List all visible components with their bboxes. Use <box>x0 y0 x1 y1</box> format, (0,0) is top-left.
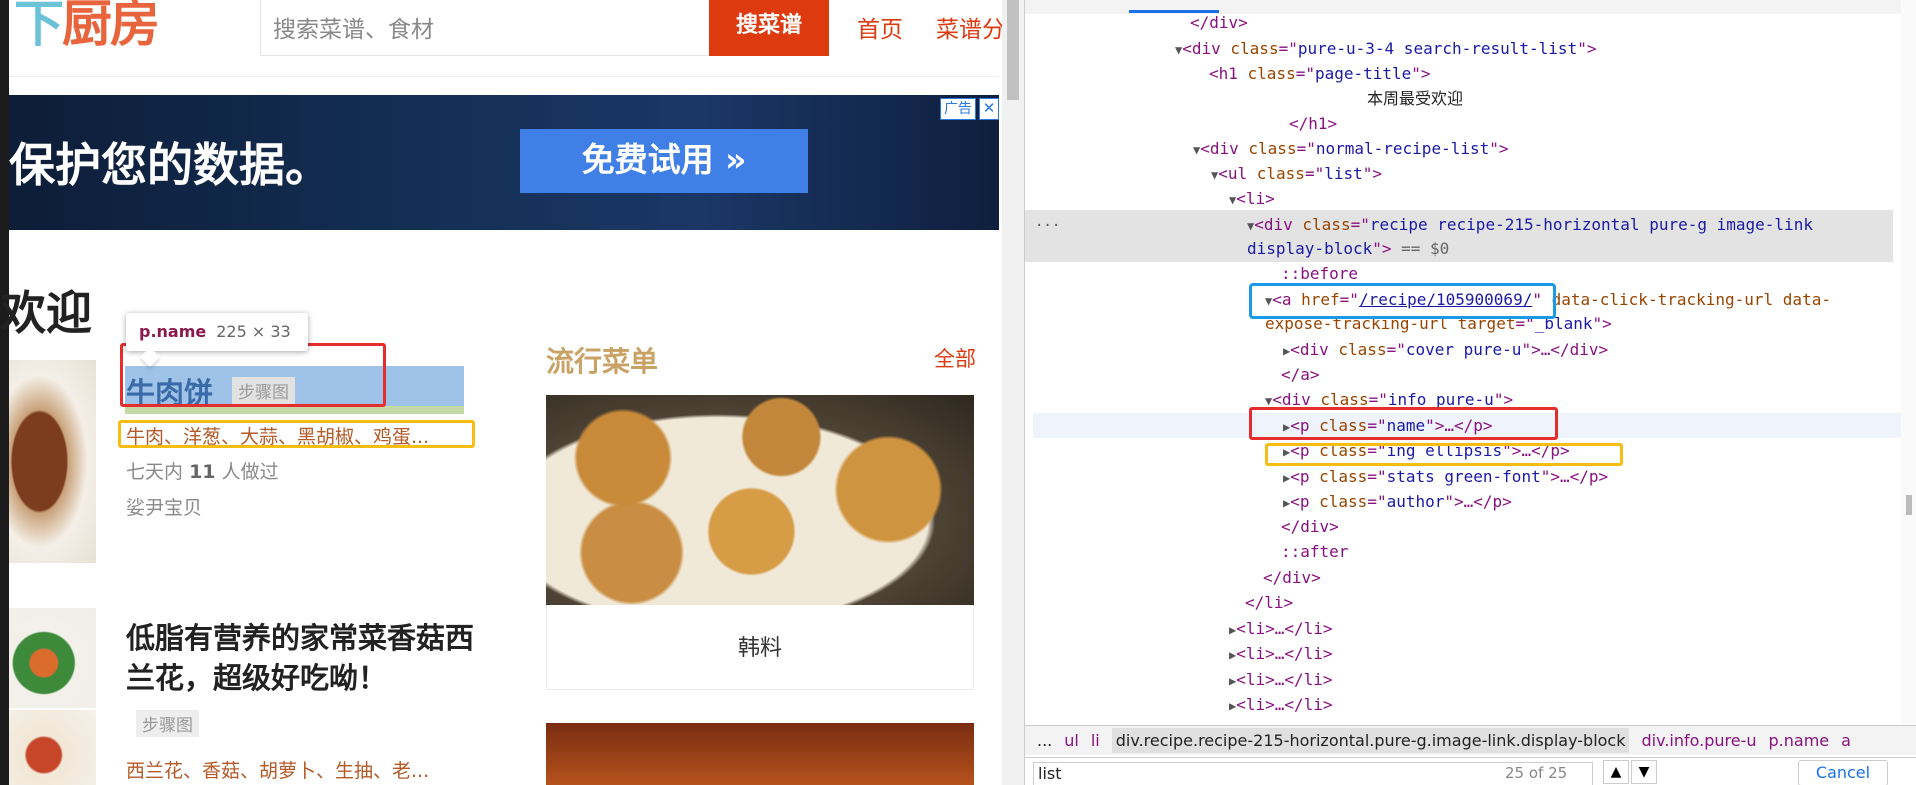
dom-line[interactable]: ▶<p class="author">…</p> <box>1283 489 1512 514</box>
dom-line[interactable]: ▼<li> <box>1229 186 1275 211</box>
dom-line[interactable]: ▶<li>…</li> <box>1229 692 1333 717</box>
breadcrumb-item[interactable]: p.name <box>1769 731 1830 750</box>
inspect-tooltip: p.name 225 × 33 <box>126 313 308 351</box>
recipe-name[interactable]: 低脂有营养的家常菜香菇西兰花，超级好吃呦！ <box>126 618 491 698</box>
breadcrumb-item[interactable]: a <box>1841 731 1851 750</box>
find-bar: list 25 of 25 ▲ ▼ Cancel <box>1025 757 1916 785</box>
find-next-icon[interactable]: ▼ <box>1631 760 1657 784</box>
webpage-viewport: 下厨房 搜索菜谱、食材 搜菜谱 首页 菜谱分 保护您的数据。 免费试用 » 广告… <box>0 0 1002 785</box>
breadcrumb-item[interactable]: ... <box>1037 731 1052 750</box>
ad-label: 广告 <box>940 98 976 120</box>
node-options-icon[interactable]: ... <box>1035 214 1060 230</box>
recipe-thumbnail[interactable] <box>9 608 96 708</box>
dom-line[interactable]: <h1 class="page-title"> <box>1209 61 1431 86</box>
page-scrollbar[interactable] <box>1002 0 1024 785</box>
dom-line[interactable]: ▼<div class="normal-recipe-list"> <box>1193 136 1509 161</box>
annotation-blue-box <box>1249 283 1556 319</box>
nav-recipe-category[interactable]: 菜谱分 <box>936 10 1002 44</box>
dom-line[interactable]: </a> <box>1281 362 1320 387</box>
find-count: 25 of 25 <box>1505 764 1568 782</box>
ad-text: 保护您的数据。 <box>9 138 331 192</box>
dom-line[interactable]: ▶<p class="stats green-font">…</p> <box>1283 464 1608 489</box>
breadcrumb-item[interactable]: ul <box>1064 731 1079 750</box>
annotation-yellow-box <box>1265 443 1623 466</box>
dom-line[interactable]: </div> <box>1263 565 1321 590</box>
dom-line[interactable]: ▶<li>…</li> <box>1229 667 1333 692</box>
site-logo[interactable]: 下厨房 <box>14 0 160 54</box>
page-title: 欢迎 <box>0 286 92 340</box>
dom-line[interactable]: 本周最受欢迎 <box>1367 86 1463 111</box>
search-button[interactable]: 搜菜谱 <box>709 0 829 56</box>
devtools-panel: ... </div> ▼<div class="pure-u-3-4 searc… <box>1024 0 1916 785</box>
breadcrumb: ... ul li div.recipe.recipe-215-horizontal.… <box>1025 725 1916 755</box>
dom-line[interactable]: display-block"> == $0 <box>1247 236 1449 261</box>
dom-line[interactable]: ▼<div class="pure-u-3-4 search-result-li… <box>1175 36 1596 61</box>
annotation-red-box <box>120 343 386 407</box>
search-input[interactable]: 搜索菜谱、食材 <box>260 0 710 56</box>
annotation-red-box <box>1249 407 1558 440</box>
annotation-yellow-box <box>118 420 475 448</box>
recipe-thumbnail[interactable] <box>9 710 96 785</box>
popular-card-image[interactable] <box>546 723 974 785</box>
ad-close-icon[interactable]: ✕ <box>979 98 999 120</box>
scrollbar-thumb[interactable] <box>1906 495 1912 515</box>
find-prev-icon[interactable]: ▲ <box>1603 760 1629 784</box>
ad-banner[interactable]: 保护您的数据。 免费试用 » <box>9 95 999 230</box>
dom-line[interactable]: </h1> <box>1289 111 1337 136</box>
dom-line[interactable]: ▶<li>…</li> <box>1229 641 1333 666</box>
dom-line[interactable]: </li> <box>1245 590 1293 615</box>
breadcrumb-item-selected[interactable]: div.recipe.recipe-215-horizontal.pure-g.… <box>1111 728 1630 753</box>
dom-line[interactable]: ▶<li>…</li> <box>1229 616 1333 641</box>
dom-line[interactable]: ▼<ul class="list"> <box>1211 161 1382 186</box>
popular-section-title: 流行菜单 <box>546 345 659 378</box>
find-cancel-button[interactable]: Cancel <box>1798 760 1888 785</box>
recipe-thumbnail[interactable] <box>9 360 96 563</box>
ad-trial-button[interactable]: 免费试用 » <box>520 129 808 193</box>
dom-line[interactable]: </div> <box>1190 10 1248 35</box>
devtools-scrollbar[interactable] <box>1901 0 1916 725</box>
dom-line[interactable]: ▼<div class="recipe recipe-215-horizonta… <box>1247 212 1813 237</box>
recipe-author[interactable]: 娑尹宝贝 <box>126 493 202 520</box>
breadcrumb-item[interactable]: div.info.pure-u <box>1641 731 1756 750</box>
recipe-stats: 七天内 11 人做过 <box>126 461 279 483</box>
dom-line[interactable]: </div> <box>1281 514 1339 539</box>
nav-home[interactable]: 首页 <box>857 10 903 44</box>
left-edge <box>0 0 9 785</box>
popular-card-caption[interactable]: 韩料 <box>546 630 974 662</box>
dom-line[interactable]: ▶<div class="cover pure-u">…</div> <box>1283 337 1608 362</box>
popular-card-image[interactable] <box>546 395 974 605</box>
dom-line[interactable]: ::after <box>1281 539 1348 564</box>
popular-all-link[interactable]: 全部 <box>934 343 976 373</box>
recipe-ingredients: 西兰花、香菇、胡萝卜、生抽、老... <box>126 760 430 782</box>
breadcrumb-item[interactable]: li <box>1091 731 1100 750</box>
header-divider <box>9 76 999 77</box>
scrollbar-thumb[interactable] <box>1007 0 1019 100</box>
step-badge: 步骤图 <box>136 710 199 737</box>
